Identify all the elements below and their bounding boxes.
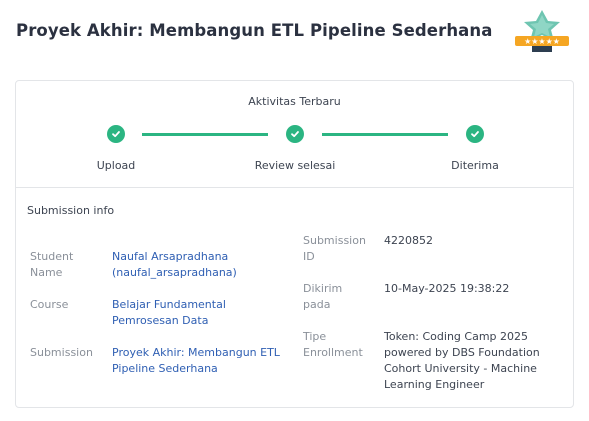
submission-link[interactable]: Proyek Akhir: Membangun ETL Pipeline Sed… — [112, 345, 282, 377]
step-label-review: Review selesai — [254, 159, 336, 172]
submission-label: Submission — [30, 346, 93, 359]
submission-info-title: Submission info — [27, 204, 115, 217]
course-label: Course — [30, 298, 69, 311]
activity-title: Aktivitas Terbaru — [248, 95, 341, 108]
submission-card: Aktivitas Terbaru Upload Review selesai … — [15, 80, 574, 408]
sent-at-value: 10-May-2025 19:38:22 — [384, 282, 510, 295]
svg-text:★★★★★: ★★★★★ — [524, 37, 560, 46]
step-upload-check-icon — [107, 125, 125, 143]
student-name-link[interactable]: Naufal Arsapradhana (naufal_arsapradhana… — [112, 249, 262, 281]
star-rating-badge-icon: ★★★★★ — [512, 8, 572, 54]
step-label-accepted: Diterima — [451, 159, 499, 172]
enrollment-type-value: Token: Coding Camp 2025 powered by DBS F… — [384, 330, 540, 391]
sent-at-label: Dikirim pada — [303, 282, 343, 311]
submission-id-label: Submission ID — [303, 234, 366, 263]
page-title: Proyek Akhir: Membangun ETL Pipeline Sed… — [16, 21, 493, 40]
step-review-check-icon — [286, 125, 304, 143]
submission-id-value: 4220852 — [384, 234, 433, 247]
enrollment-type-label: Tipe Enrollment — [303, 330, 363, 359]
course-link[interactable]: Belajar Fundamental Pemrosesan Data — [112, 297, 292, 329]
step-accepted-check-icon — [466, 125, 484, 143]
step-connector-line — [322, 133, 448, 136]
step-connector-line — [142, 133, 268, 136]
student-name-label: Student Name — [30, 250, 74, 279]
activity-section: Aktivitas Terbaru Upload Review selesai … — [16, 81, 573, 188]
step-label-upload: Upload — [96, 159, 136, 172]
